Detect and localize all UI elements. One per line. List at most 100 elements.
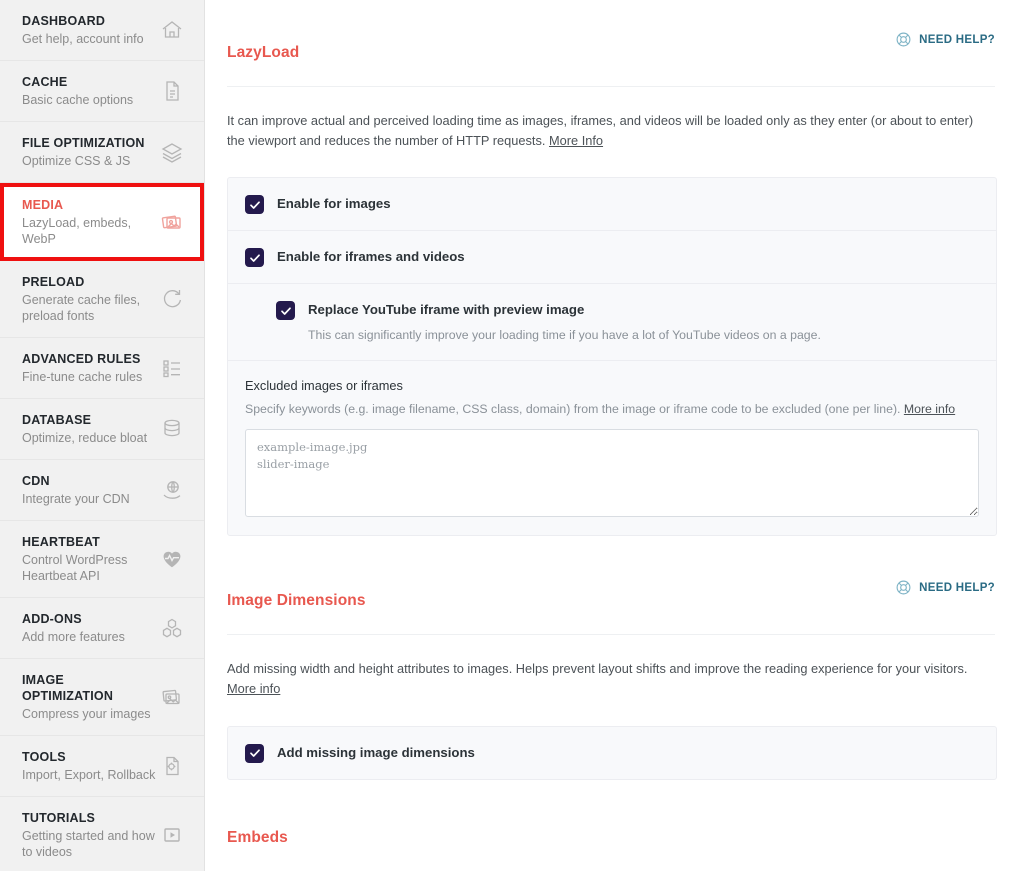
sidebar: DASHBOARD Get help, account info CACHE B… <box>0 0 205 871</box>
sidebar-item-title: DATABASE <box>22 413 92 427</box>
sidebar-item-subtitle: Integrate your CDN <box>22 492 130 506</box>
option-body: Replace YouTube iframe with preview imag… <box>308 300 821 344</box>
sidebar-item-subtitle: Import, Export, Rollback <box>22 768 156 782</box>
section-embeds: Embeds Prevents others from embedding co… <box>227 816 995 871</box>
gear-document-icon <box>158 752 186 780</box>
sidebar-item-title: FILE OPTIMIZATION <box>22 136 145 150</box>
sidebar-item-dashboard[interactable]: DASHBOARD Get help, account info <box>0 0 204 61</box>
sidebar-item-media[interactable]: MEDIA LazyLoad, embeds, WebP <box>0 183 204 261</box>
database-icon <box>158 415 186 443</box>
images-icon <box>158 208 186 236</box>
sidebar-item-text: MEDIA LazyLoad, embeds, WebP <box>22 197 157 247</box>
option-body: Enable for iframes and videos <box>277 247 465 266</box>
more-info-link[interactable]: More info <box>227 681 280 696</box>
sidebar-item-heartbeat[interactable]: HEARTBEAT Control WordPress Heartbeat AP… <box>0 521 204 598</box>
section-description: It can improve actual and perceived load… <box>227 100 982 165</box>
lifebuoy-icon <box>895 579 912 596</box>
option-row-add-missing-dimensions[interactable]: Add missing image dimensions <box>228 727 996 779</box>
option-label: Enable for images <box>277 196 391 212</box>
sidebar-item-subtitle: Getting started and how to videos <box>22 829 155 859</box>
need-help-label: NEED HELP? <box>919 33 995 46</box>
option-note: This can significantly improve your load… <box>308 328 821 343</box>
sidebar-item-database[interactable]: DATABASE Optimize, reduce bloat <box>0 399 204 460</box>
refresh-icon <box>158 285 186 313</box>
checkbox-enable-iframes-videos[interactable] <box>245 248 264 268</box>
section-lazyload: LazyLoad NEED HELP? It can improve actua… <box>227 30 997 537</box>
more-info-link[interactable]: More info <box>904 402 955 416</box>
sidebar-item-subtitle: LazyLoad, embeds, WebP <box>22 216 132 246</box>
sidebar-item-text: TUTORIALS Getting started and how to vid… <box>22 810 157 860</box>
sidebar-item-tools[interactable]: TOOLS Import, Export, Rollback <box>0 736 204 797</box>
sidebar-item-text: ADD-ONS Add more features <box>22 611 125 645</box>
sidebar-item-cache[interactable]: CACHE Basic cache options <box>0 61 204 122</box>
option-body: Enable for images <box>277 194 391 213</box>
lifebuoy-icon <box>895 31 912 48</box>
blocks-icon <box>158 614 186 642</box>
sidebar-item-tutorials[interactable]: TUTORIALS Getting started and how to vid… <box>0 797 204 871</box>
document-icon <box>158 77 186 105</box>
need-help-link[interactable]: NEED HELP? <box>895 30 995 48</box>
sidebar-item-add-ons[interactable]: ADD-ONS Add more features <box>0 598 204 659</box>
sidebar-item-title: HEARTBEAT <box>22 535 100 549</box>
sidebar-item-title: DASHBOARD <box>22 14 106 28</box>
sidebar-item-text: TOOLS Import, Export, Rollback <box>22 749 155 783</box>
sidebar-item-advanced-rules[interactable]: ADVANCED RULES Fine-tune cache rules <box>0 338 204 399</box>
sidebar-item-subtitle: Get help, account info <box>22 32 144 46</box>
option-label: Replace YouTube iframe with preview imag… <box>308 302 585 318</box>
sidebar-item-title: MEDIA <box>22 198 64 212</box>
sidebar-item-title: TOOLS <box>22 750 66 764</box>
option-row-replace-youtube-iframe[interactable]: Replace YouTube iframe with preview imag… <box>228 283 996 360</box>
sidebar-item-subtitle: Optimize, reduce bloat <box>22 431 148 445</box>
sidebar-item-preload[interactable]: PRELOAD Generate cache files, preload fo… <box>0 261 204 338</box>
sidebar-item-text: PRELOAD Generate cache files, preload fo… <box>22 274 157 324</box>
checkbox-replace-youtube-iframe[interactable] <box>276 301 295 321</box>
sidebar-item-title: TUTORIALS <box>22 811 96 825</box>
sidebar-item-title: CDN <box>22 474 50 488</box>
sidebar-item-text: HEARTBEAT Control WordPress Heartbeat AP… <box>22 534 157 584</box>
sidebar-item-subtitle: Generate cache files, preload fonts <box>22 293 141 323</box>
app-root: DASHBOARD Get help, account info CACHE B… <box>0 0 1011 871</box>
section-header: Embeds <box>227 816 995 871</box>
sidebar-item-image-optimization[interactable]: IMAGE OPTIMIZATION Compress your images <box>0 659 204 736</box>
page-title: LazyLoad <box>227 43 300 61</box>
section-header: Image Dimensions NEED HELP? <box>227 578 995 636</box>
option-row-enable-images[interactable]: Enable for images <box>228 178 996 230</box>
sidebar-item-title: PRELOAD <box>22 275 85 289</box>
sidebar-item-subtitle: Basic cache options <box>22 93 134 107</box>
sidebar-item-subtitle: Compress your images <box>22 707 151 721</box>
sidebar-item-text: DASHBOARD Get help, account info <box>22 13 144 47</box>
section-header: LazyLoad NEED HELP? <box>227 30 995 87</box>
sidebar-item-text: CDN Integrate your CDN <box>22 473 130 507</box>
sidebar-item-subtitle: Fine-tune cache rules <box>22 370 143 384</box>
sidebar-item-text: ADVANCED RULES Fine-tune cache rules <box>22 351 142 385</box>
heart-pulse-icon <box>158 545 186 573</box>
checklist-icon <box>158 354 186 382</box>
section-description: Add missing width and height attributes … <box>227 648 982 713</box>
option-label: Enable for iframes and videos <box>277 249 465 265</box>
image-dimensions-options-card: Add missing image dimensions <box>227 725 997 780</box>
sidebar-item-cdn[interactable]: CDN Integrate your CDN <box>0 460 204 521</box>
lazyload-options-card: Enable for images Enable for iframes and… <box>227 177 997 537</box>
sidebar-item-title: IMAGE OPTIMIZATION <box>22 673 114 703</box>
option-label: Add missing image dimensions <box>277 744 475 760</box>
home-icon <box>158 16 186 44</box>
need-help-label: NEED HELP? <box>919 581 995 594</box>
more-info-link[interactable]: More Info <box>549 133 603 148</box>
section-image-dimensions: Image Dimensions NEED HELP? Add missing … <box>227 578 997 780</box>
sidebar-item-file-optimization[interactable]: FILE OPTIMIZATION Optimize CSS & JS <box>0 122 204 183</box>
need-help-link[interactable]: NEED HELP? <box>895 578 995 596</box>
section-title: Embeds <box>227 829 288 847</box>
sidebar-item-text: DATABASE Optimize, reduce bloat <box>22 412 147 446</box>
option-row-enable-iframes-videos[interactable]: Enable for iframes and videos <box>228 230 996 283</box>
description-text: Specify keywords (e.g. image filename, C… <box>245 402 904 417</box>
excluded-images-textarea[interactable] <box>245 429 979 518</box>
checkbox-enable-images[interactable] <box>245 195 264 215</box>
sidebar-item-subtitle: Optimize CSS & JS <box>22 154 131 168</box>
sidebar-item-title: CACHE <box>22 75 68 89</box>
sidebar-item-text: FILE OPTIMIZATION Optimize CSS & JS <box>22 135 145 169</box>
checkbox-add-missing-image-dimensions[interactable] <box>245 743 264 763</box>
sidebar-item-subtitle: Control WordPress Heartbeat API <box>22 553 128 583</box>
photos-icon <box>158 683 186 711</box>
